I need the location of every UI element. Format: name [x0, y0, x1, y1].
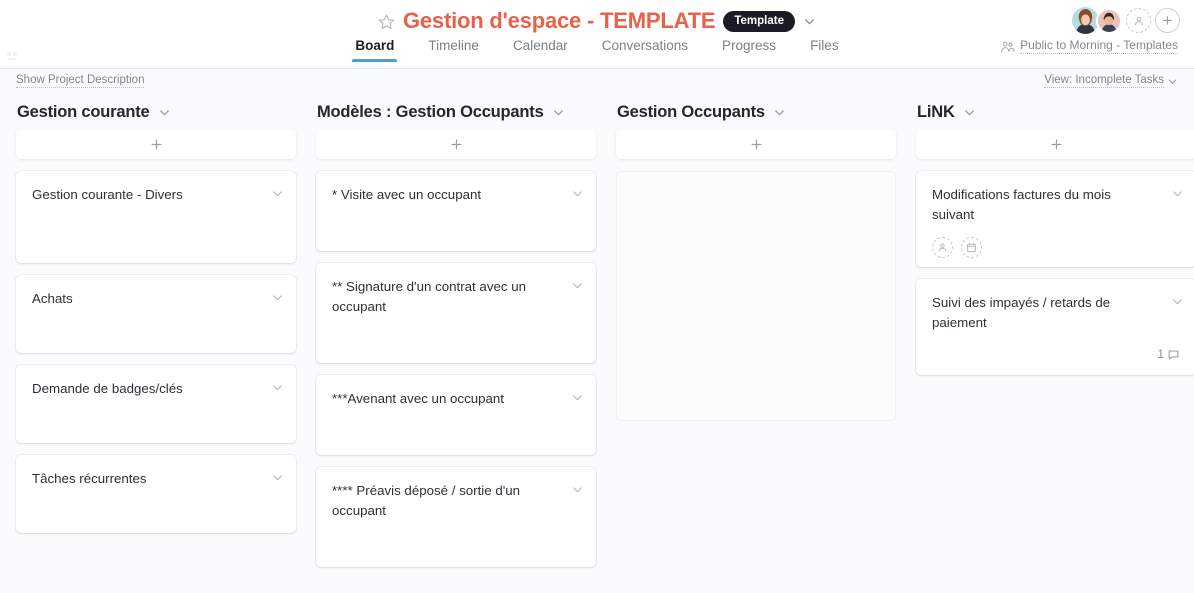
chevron-down-icon[interactable]: [271, 381, 284, 394]
chevron-down-icon[interactable]: [571, 483, 584, 496]
view-selector-label: View: Incomplete Tasks: [1044, 74, 1164, 88]
task-card[interactable]: Suivi des impayés / retards de paiement …: [916, 279, 1194, 375]
task-card[interactable]: Tâches récurrentes: [16, 455, 296, 533]
invite-member-placeholder[interactable]: [1126, 8, 1151, 33]
chevron-down-icon[interactable]: [1171, 295, 1184, 308]
assignee-person-icon: [938, 243, 947, 252]
board-column-gestion-occupants: Gestion Occupants: [616, 95, 896, 593]
chevron-down-icon[interactable]: [571, 279, 584, 292]
chevron-down-icon[interactable]: [271, 187, 284, 200]
plus-icon: [151, 139, 161, 149]
task-title: * Visite avec un occupant: [332, 187, 482, 202]
task-card[interactable]: Achats: [16, 275, 296, 353]
task-title: ** Signature d'un contrat avec un occupa…: [332, 279, 526, 314]
task-card[interactable]: Gestion courante - Divers: [16, 171, 296, 263]
column-title: Gestion courante: [17, 102, 150, 121]
task-title: **** Préavis déposé / sortie d'un occupa…: [332, 483, 521, 518]
board-column-gestion-courante: Gestion courante Gestion courante - Dive…: [16, 95, 296, 593]
person-outline-icon: [1134, 16, 1143, 25]
column-header[interactable]: Modèles : Gestion Occupants: [316, 95, 596, 129]
task-title: Tâches récurrentes: [32, 471, 147, 486]
plus-icon: [1051, 139, 1061, 149]
task-title: Modifications factures du mois suivant: [932, 187, 1111, 222]
column-header[interactable]: Gestion Occupants: [616, 95, 896, 129]
template-badge: Template: [723, 10, 795, 32]
add-member-button[interactable]: +: [1155, 8, 1180, 33]
board-column-modeles-gestion-occupants: Modèles : Gestion Occupants * Visite ave…: [316, 95, 596, 593]
column-title: LiNK: [917, 102, 955, 121]
avatar-list: +: [1070, 5, 1180, 36]
chevron-down-icon[interactable]: [552, 106, 565, 119]
show-project-description-link[interactable]: Show Project Description: [16, 74, 145, 88]
board-column-link: LiNK Modifications factures du mois suiv…: [916, 95, 1194, 593]
column-title: Modèles : Gestion Occupants: [317, 102, 544, 121]
chevron-down-icon[interactable]: [571, 391, 584, 404]
assignee-button[interactable]: [932, 237, 953, 258]
add-task-button[interactable]: [316, 129, 596, 159]
task-card[interactable]: ** Signature d'un contrat avec un occupa…: [316, 263, 596, 363]
comment-bubble-icon: [1168, 349, 1179, 360]
view-selector[interactable]: View: Incomplete Tasks: [1044, 74, 1178, 88]
task-card[interactable]: ***Avenant avec un occupant: [316, 375, 596, 455]
plus-icon: [451, 139, 461, 149]
tab-conversations[interactable]: Conversations: [585, 38, 705, 62]
chevron-down-icon: [1168, 79, 1177, 84]
chevron-down-icon[interactable]: [1171, 187, 1184, 200]
due-date-button[interactable]: [961, 237, 982, 258]
task-title: Gestion courante - Divers: [32, 187, 183, 202]
chevron-down-icon[interactable]: [963, 106, 976, 119]
task-title: Suivi des impayés / retards de paiement: [932, 295, 1111, 330]
plus-icon: [751, 139, 761, 149]
task-title: Achats: [32, 291, 73, 306]
task-title: Demande de badges/clés: [32, 381, 183, 396]
tab-progress[interactable]: Progress: [705, 38, 793, 62]
chevron-down-icon[interactable]: [271, 471, 284, 484]
chevron-down-icon[interactable]: [158, 106, 171, 119]
empty-column-drop-zone[interactable]: [616, 171, 896, 421]
add-task-button[interactable]: [616, 129, 896, 159]
chevron-down-icon[interactable]: [803, 15, 816, 28]
due-date-calendar-icon: [967, 242, 976, 253]
task-card[interactable]: * Visite avec un occupant: [316, 171, 596, 251]
board-area: Show Project Description View: Incomplet…: [0, 69, 1194, 593]
task-title: ***Avenant avec un occupant: [332, 391, 505, 406]
task-meta: [932, 237, 1180, 258]
tab-timeline[interactable]: Timeline: [411, 38, 496, 62]
avatar-member-2[interactable]: [1096, 7, 1122, 34]
task-card[interactable]: Modifications factures du mois suivant: [916, 171, 1194, 267]
tab-board[interactable]: Board: [338, 38, 411, 62]
star-icon[interactable]: [378, 13, 395, 30]
share-status[interactable]: Public to Morning - Templates: [1000, 38, 1178, 54]
column-title: Gestion Occupants: [617, 102, 765, 121]
task-card[interactable]: **** Préavis déposé / sortie d'un occupa…: [316, 467, 596, 567]
tab-calendar[interactable]: Calendar: [496, 38, 585, 62]
chevron-down-icon[interactable]: [271, 291, 284, 304]
people-icon: [1001, 41, 1015, 52]
tab-files[interactable]: Files: [793, 38, 856, 62]
members-area: + Public to Morning - Templates: [1000, 5, 1180, 54]
app-header: Gestion d'espace - TEMPLATE Template Boa…: [0, 0, 1194, 69]
chevron-down-icon[interactable]: [571, 187, 584, 200]
page-title: Gestion d'espace - TEMPLATE: [402, 8, 716, 33]
board-subbar: Show Project Description View: Incomplet…: [0, 69, 1194, 95]
share-label[interactable]: Public to Morning - Templates: [1020, 38, 1178, 54]
column-header[interactable]: LiNK: [916, 95, 1194, 129]
comment-count: 1: [1157, 347, 1164, 361]
add-task-button[interactable]: [16, 129, 296, 159]
column-header[interactable]: Gestion courante: [16, 95, 296, 129]
task-comments[interactable]: 1: [932, 347, 1180, 361]
add-task-button[interactable]: [916, 129, 1194, 159]
task-card[interactable]: Demande de badges/clés: [16, 365, 296, 443]
board-columns: Gestion courante Gestion courante - Dive…: [0, 95, 1194, 593]
chevron-down-icon[interactable]: [773, 106, 786, 119]
